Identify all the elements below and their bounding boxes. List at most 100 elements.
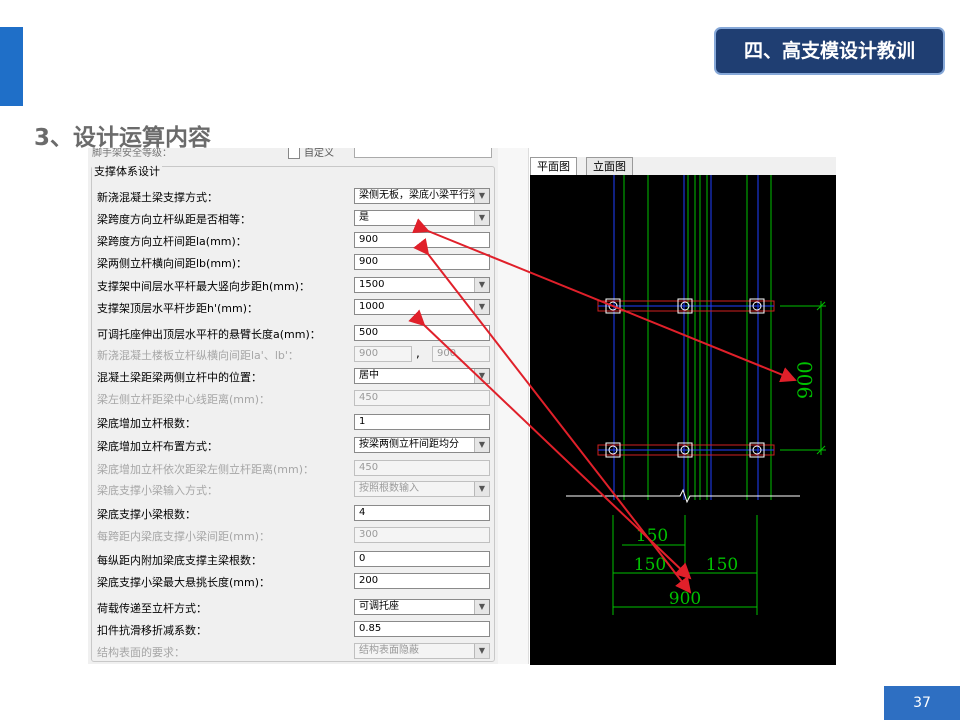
parameter-input[interactable]: 200 (354, 573, 490, 589)
parameter-select[interactable]: 是 ▼ (354, 210, 490, 226)
parameter-select[interactable]: 1500 ▼ (354, 277, 490, 293)
dim-mid-right-label: 150 (706, 555, 738, 575)
chevron-down-icon[interactable]: ▼ (474, 369, 489, 383)
parameter-row: 可调托座伸出顶层水平杆的悬臂长度a(mm)： 500 (88, 323, 498, 345)
chevron-down-icon[interactable]: ▼ (474, 438, 489, 452)
parameter-select[interactable]: 按梁两侧立杆间距均分 ▼ (354, 437, 490, 453)
page-number: 37 (884, 686, 960, 720)
chevron-down-icon[interactable]: ▼ (474, 211, 489, 225)
break-line (566, 488, 800, 504)
parameter-label: 梁跨度方向立杆间距la(mm)： (97, 235, 247, 248)
section-title: 3、设计运算内容 (34, 125, 212, 151)
parameter-label: 梁左侧立杆距梁中心线距离(mm)： (97, 393, 271, 406)
parameter-row: 新浇混凝土楼板立杆纵横向间距la'、lb'： 900, 900 (88, 344, 498, 366)
parameter-value: 结构表面隐蔽 (359, 645, 419, 656)
parameter-label: 梁底支撑小梁输入方式： (97, 484, 218, 497)
parameter-row: 梁底支撑小梁根数： 4 (88, 503, 498, 525)
parameter-row: 梁底支撑小梁输入方式： 按照根数输入 ▼ (88, 479, 498, 501)
tab-plan-view[interactable]: 平面图 (530, 157, 577, 175)
chevron-down-icon[interactable]: ▼ (474, 300, 489, 314)
parameter-label: 梁两侧立杆横向间距lb(mm)： (97, 257, 248, 270)
parameter-value: 0.85 (359, 623, 382, 634)
parameter-input[interactable]: 900 (354, 232, 490, 248)
parameter-value: 4 (359, 507, 366, 518)
chevron-down-icon[interactable]: ▼ (474, 600, 489, 614)
custom-checkbox-label: 自定义 (304, 148, 334, 159)
parameter-label: 每纵距内附加梁底支撑主梁根数： (97, 554, 262, 567)
parameter-row: 结构表面的要求： 结构表面隐蔽 ▼ (88, 641, 498, 663)
parameter-row: 混凝土梁距梁两侧立杆中的位置： 居中 ▼ (88, 366, 498, 388)
parameter-label: 新浇混凝土楼板立杆纵横向间距la'、lb'： (97, 349, 299, 362)
parameter-row: 梁跨度方向立杆间距la(mm)： 900 (88, 230, 498, 252)
safety-level-select[interactable] (354, 148, 492, 158)
parameter-select[interactable]: 居中 ▼ (354, 368, 490, 384)
group-title: 支撑体系设计 (92, 163, 162, 179)
parameter-row: 梁跨度方向立杆纵距是否相等： 是 ▼ (88, 208, 498, 230)
parameter-input[interactable]: 450 (354, 460, 490, 476)
parameter-row: 荷载传递至立杆方式： 可调托座 ▼ (88, 597, 498, 619)
parameter-input[interactable]: 450 (354, 390, 490, 406)
view-tabs: 平面图 立面图 (530, 157, 836, 175)
parameter-value: 梁侧无板，梁底小梁平行梁跨方向 (359, 190, 489, 201)
parameter-select[interactable]: 按照根数输入 ▼ (354, 481, 490, 497)
parameter-input[interactable]: 0 (354, 551, 490, 567)
comma-separator: , (416, 346, 420, 360)
dim-vertical-label: 900 (793, 361, 817, 399)
custom-checkbox[interactable] (288, 148, 300, 159)
parameter-value: 450 (359, 392, 379, 403)
parameter-row: 梁底支撑小梁最大悬挑长度(mm)： 200 (88, 571, 498, 593)
parameter-input[interactable]: 500 (354, 325, 490, 341)
parameter-value: 1000 (359, 301, 385, 312)
chevron-down-icon[interactable]: ▼ (474, 278, 489, 292)
spacing-la-input[interactable]: 900 (354, 346, 412, 362)
parameter-select[interactable]: 1000 ▼ (354, 299, 490, 315)
parameter-label: 可调托座伸出顶层水平杆的悬臂长度a(mm)： (97, 328, 321, 341)
parameter-value: 500 (359, 327, 379, 338)
cut-off-row: 脚手架安全等级： 自定义 (88, 148, 498, 160)
parameter-value: 900 (359, 256, 379, 267)
parameter-input[interactable]: 1 (354, 414, 490, 430)
parameter-input[interactable]: 900 (354, 254, 490, 270)
dim-mid-left-label: 150 (634, 555, 666, 575)
parameter-row: 支撑架顶层水平杆步距h'(mm)： 1000 ▼ (88, 297, 498, 319)
parameter-select[interactable]: 结构表面隐蔽 ▼ (354, 643, 490, 659)
parameter-label: 梁底增加立杆布置方式： (97, 440, 218, 453)
parameter-value: 450 (359, 462, 379, 473)
parameter-label: 荷载传递至立杆方式： (97, 602, 207, 615)
parameter-value: 300 (359, 529, 379, 540)
parameter-label: 每跨距内梁底支撑小梁间距(mm)： (97, 530, 271, 543)
parameter-label: 梁跨度方向立杆纵距是否相等： (97, 213, 251, 226)
chevron-down-icon[interactable]: ▼ (474, 482, 489, 496)
parameter-label: 结构表面的要求： (97, 646, 185, 659)
dim-top-left-label: 150 (636, 526, 668, 546)
left-accent-bar (0, 27, 23, 106)
parameter-row: 梁两侧立杆横向间距lb(mm)： 900 (88, 252, 498, 274)
spacing-lb-input[interactable]: 900 (432, 346, 490, 362)
parameter-value: 0 (359, 553, 366, 564)
parameter-input[interactable]: 4 (354, 505, 490, 521)
parameter-label: 混凝土梁距梁两侧立杆中的位置： (97, 371, 262, 384)
parameter-select[interactable]: 梁侧无板，梁底小梁平行梁跨方向▼ (354, 188, 490, 204)
parameter-row: 新浇混凝土梁支撑方式： 梁侧无板，梁底小梁平行梁跨方向▼ (88, 186, 498, 208)
parameter-label: 扣件抗滑移折减系数： (97, 624, 207, 637)
parameter-label: 梁底增加立杆根数： (97, 417, 196, 430)
chevron-down-icon[interactable]: ▼ (474, 644, 489, 658)
parameter-label: 梁底支撑小梁根数： (97, 508, 196, 521)
tab-elevation-view[interactable]: 立面图 (586, 157, 633, 175)
parameter-row: 支撑架中间层水平杆最大竖向步距h(mm)： 1500 ▼ (88, 275, 498, 297)
parameter-value: 900 (359, 234, 379, 245)
parameter-value: 居中 (359, 370, 379, 381)
parameter-label: 新浇混凝土梁支撑方式： (97, 191, 218, 204)
cad-canvas[interactable]: 900 150 150 150 900 (530, 175, 836, 665)
parameter-input[interactable]: 300 (354, 527, 490, 543)
parameter-select[interactable]: 可调托座 ▼ (354, 599, 490, 615)
parameter-value: 可调托座 (359, 601, 399, 612)
parameter-value: 1500 (359, 279, 385, 290)
parameter-label: 梁底增加立杆依次距梁左侧立杆距离(mm)： (97, 463, 315, 476)
parameter-input[interactable]: 0.85 (354, 621, 490, 637)
parameter-label: 支撑架中间层水平杆最大竖向步距h(mm)： (97, 280, 310, 293)
parameter-row: 梁底增加立杆根数： 1 (88, 412, 498, 434)
chevron-down-icon[interactable]: ▼ (474, 189, 489, 203)
chapter-title-badge: 四、高支模设计教训 (714, 27, 945, 75)
dim-bottom-label: 900 (669, 589, 701, 609)
